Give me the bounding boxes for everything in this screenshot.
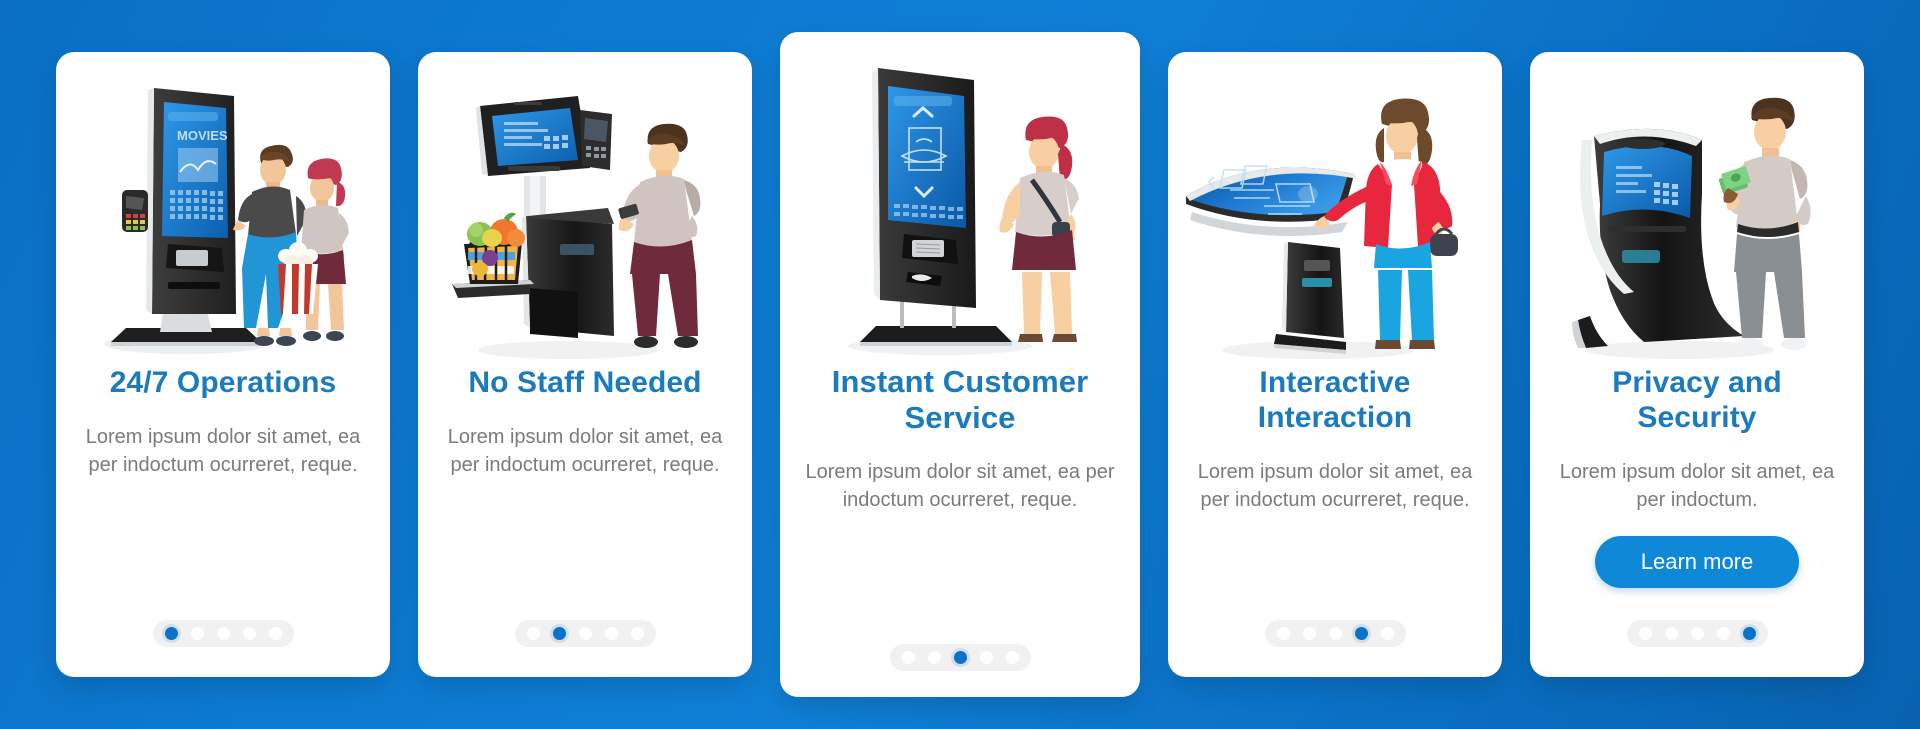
pagination-dot-3[interactable] (216, 627, 230, 640)
pagination-dot-1[interactable] (164, 627, 178, 640)
card-title: 24/7 Operations (109, 366, 337, 399)
pagination-dot-1[interactable] (1638, 627, 1652, 640)
card-title: Privacy and Security (1612, 366, 1782, 434)
pagination-dot-3[interactable] (578, 627, 592, 640)
card-text-block: Instant Customer Service Lorem ipsum dol… (780, 364, 1140, 515)
pagination-dots[interactable] (889, 644, 1031, 671)
illustration-food-ordering-kiosk-woman (780, 46, 1140, 364)
pagination-dot-1[interactable] (526, 627, 540, 640)
pagination-dot-1[interactable] (1276, 627, 1290, 640)
pagination-dot-2[interactable] (552, 627, 566, 640)
pagination-dot-2[interactable] (1664, 627, 1678, 640)
card-title: Instant Customer Service (831, 364, 1089, 435)
card-body: Lorem ipsum dolor sit amet, ea per indoc… (1559, 460, 1835, 511)
pagination-dots[interactable] (1626, 620, 1768, 647)
card-body: Lorem ipsum dolor sit amet, ea per indoc… (85, 425, 361, 477)
illustration-curved-kiosk-man-cash (1530, 66, 1864, 366)
illustration-interactive-touch-table-woman-red-coat (1168, 66, 1502, 366)
card-text-block: Privacy and Security Lorem ipsum dolor s… (1530, 366, 1864, 589)
pagination-dot-3[interactable] (1690, 627, 1704, 640)
pagination-dot-4[interactable] (979, 651, 993, 664)
pagination-dots[interactable] (152, 620, 294, 647)
pagination-dot-5[interactable] (1380, 627, 1394, 640)
card-text-block: Interactive Interaction Lorem ipsum dolo… (1168, 366, 1502, 514)
card-body: Lorem ipsum dolor sit amet, ea per indoc… (447, 425, 723, 477)
pagination-dot-4[interactable] (1354, 627, 1368, 640)
pagination-dot-4[interactable] (242, 627, 256, 640)
pagination-dot-3[interactable] (953, 651, 967, 664)
pagination-dot-5[interactable] (1005, 651, 1019, 664)
pagination-dot-3[interactable] (1328, 627, 1342, 640)
pagination-dot-2[interactable] (190, 627, 204, 640)
pagination-dot-2[interactable] (1302, 627, 1316, 640)
card-text-block: No Staff Needed Lorem ipsum dolor sit am… (418, 366, 752, 480)
pagination-dots[interactable] (1264, 620, 1406, 647)
svg-text:MOVIES: MOVIES (177, 128, 228, 143)
card-body: Lorem ipsum dolor sit amet, ea per indoc… (805, 460, 1115, 512)
card-body: Lorem ipsum dolor sit amet, ea per indoc… (1197, 460, 1473, 511)
illustration-movie-ticket-kiosk-couple-popcorn: MOVIES (56, 66, 390, 366)
onboarding-card-interactive[interactable]: Interactive Interaction Lorem ipsum dolo… (1168, 52, 1502, 677)
pagination-dot-5[interactable] (630, 627, 644, 640)
pagination-dot-5[interactable] (268, 627, 282, 640)
pagination-dot-1[interactable] (901, 651, 915, 664)
learn-more-button[interactable]: Learn more (1594, 536, 1800, 589)
onboarding-card-no-staff[interactable]: No Staff Needed Lorem ipsum dolor sit am… (418, 52, 752, 677)
card-title: Interactive Interaction (1257, 366, 1413, 434)
pagination-dot-5[interactable] (1742, 627, 1756, 640)
onboarding-card-operations[interactable]: MOVIES 24/7 Operations Lorem ipsum dolor… (56, 52, 390, 677)
card-title: No Staff Needed (468, 366, 702, 399)
pagination-dot-4[interactable] (1716, 627, 1730, 640)
pagination-dots[interactable] (514, 620, 656, 647)
cards-container: MOVIES 24/7 Operations Lorem ipsum dolor… (0, 0, 1920, 729)
illustration-self-checkout-kiosk-grocery-basket-man-card (418, 66, 752, 366)
pagination-dot-2[interactable] (927, 651, 941, 664)
onboarding-card-privacy[interactable]: Privacy and Security Lorem ipsum dolor s… (1530, 52, 1864, 677)
onboarding-screens-stage: MOVIES 24/7 Operations Lorem ipsum dolor… (0, 0, 1920, 729)
card-text-block: 24/7 Operations Lorem ipsum dolor sit am… (56, 366, 390, 480)
onboarding-card-customer-service[interactable]: Instant Customer Service Lorem ipsum dol… (780, 32, 1140, 697)
pagination-dot-4[interactable] (604, 627, 618, 640)
